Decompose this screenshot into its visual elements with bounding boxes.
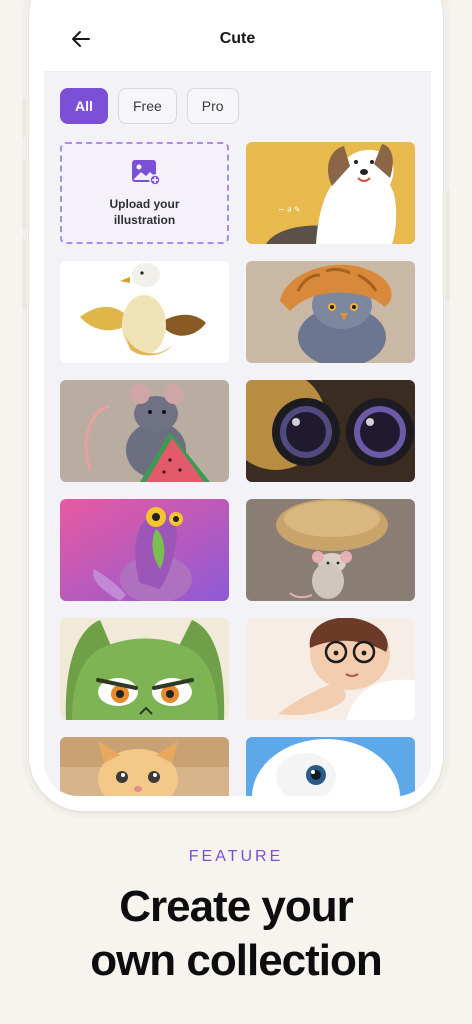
top-bar: Cute xyxy=(44,0,431,72)
headline: Create your own collection xyxy=(0,880,472,988)
feature-label: FEATURE xyxy=(188,848,284,865)
mouse-bread-illustration[interactable] xyxy=(246,499,415,601)
pigeon-croissant-illustration[interactable] xyxy=(246,261,415,363)
app-screen: Cute All Free Pro Upload your illustrati… xyxy=(44,0,431,796)
dog-illustration[interactable]: ~ ∂ ✎ xyxy=(246,142,415,244)
page: Cute All Free Pro Upload your illustrati… xyxy=(0,0,472,1024)
phone-volume-down xyxy=(22,238,26,308)
boy-glasses-illustration[interactable] xyxy=(246,618,415,720)
upload-tile[interactable]: Upload your illustration xyxy=(60,142,229,244)
phone-volume-up xyxy=(22,160,26,230)
page-title: Cute xyxy=(219,30,256,47)
filter-pro[interactable]: Pro xyxy=(186,88,239,124)
filter-free[interactable]: Free xyxy=(118,88,177,124)
green-cat-illustration[interactable] xyxy=(60,618,229,720)
headline-line-1: Create your xyxy=(119,882,354,931)
kitten-box-illustration[interactable] xyxy=(60,737,229,796)
svg-text:~ ∂ ✎: ~ ∂ ✎ xyxy=(278,205,301,214)
phone-power-button xyxy=(446,190,450,300)
phone-side-button xyxy=(22,98,26,138)
illustration-grid: Upload your illustration ~ ∂ ✎ xyxy=(60,142,415,796)
bird-pink-illustration[interactable] xyxy=(60,499,229,601)
mouse-watermelon-illustration[interactable] xyxy=(60,380,229,482)
image-add-icon xyxy=(131,160,160,186)
upload-label: Upload your illustration xyxy=(109,197,180,227)
duck-banana-illustration[interactable] xyxy=(60,261,229,363)
filter-all[interactable]: All xyxy=(60,88,108,124)
cat-eyes-illustration[interactable] xyxy=(246,380,415,482)
headline-line-2: own collection xyxy=(90,936,383,985)
filter-chips: All Free Pro xyxy=(60,88,239,124)
white-cat-illustration[interactable] xyxy=(246,737,415,796)
